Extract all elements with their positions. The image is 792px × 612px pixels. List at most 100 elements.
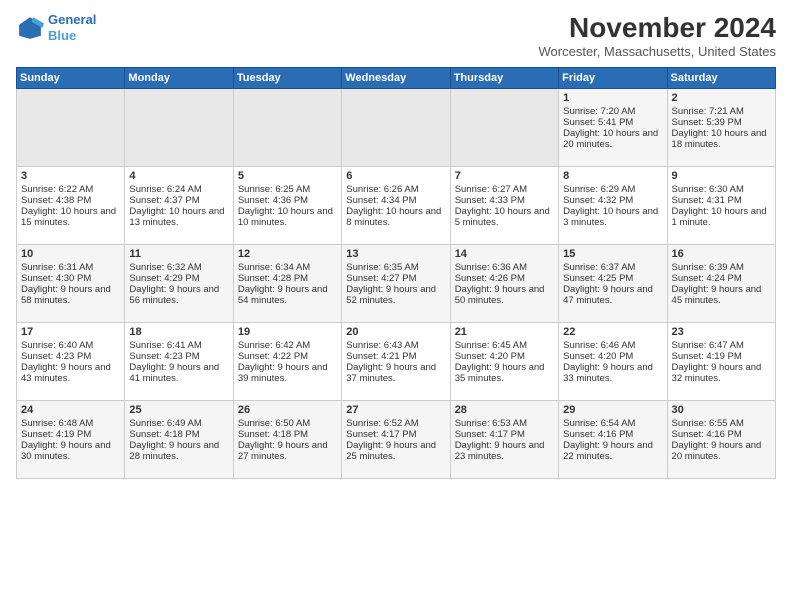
daylight-text: Daylight: 9 hours and 25 minutes. [346,440,445,462]
day-number: 9 [672,170,771,182]
day-number: 26 [238,404,337,416]
sunrise-text: Sunrise: 6:39 AM [672,262,771,273]
table-cell: 17 Sunrise: 6:40 AMSunset: 4:23 PMDayligh… [17,323,125,401]
day-number: 8 [563,170,662,182]
sunrise-text: Sunrise: 6:35 AM [346,262,445,273]
day-number: 12 [238,248,337,260]
daylight-text: Daylight: 9 hours and 43 minutes. [21,362,120,384]
sunset-text: Sunset: 4:23 PM [21,351,120,362]
daylight-text: Daylight: 9 hours and 56 minutes. [129,284,228,306]
sunset-text: Sunset: 4:26 PM [455,273,554,284]
table-cell: 23 Sunrise: 6:47 AMSunset: 4:19 PMDayligh… [667,323,775,401]
daylight-text: Daylight: 9 hours and 32 minutes. [672,362,771,384]
sunrise-text: Sunrise: 6:54 AM [563,418,662,429]
table-cell: 26Sunrise: 6:50 AMSunset: 4:18 PMDayligh… [233,401,341,479]
daylight-text: Daylight: 9 hours and 23 minutes. [455,440,554,462]
table-cell: 28Sunrise: 6:53 AMSunset: 4:17 PMDayligh… [450,401,558,479]
daylight-text: Daylight: 9 hours and 52 minutes. [346,284,445,306]
table-cell: 2Sunrise: 7:21 AMSunset: 5:39 PMDaylight… [667,89,775,167]
day-number: 4 [129,170,228,182]
daylight-text: Daylight: 9 hours and 39 minutes. [238,362,337,384]
daylight-text: Daylight: 10 hours and 8 minutes. [346,206,445,228]
table-cell: 5Sunrise: 6:25 AMSunset: 4:36 PMDaylight… [233,167,341,245]
sunrise-text: Sunrise: 6:22 AM [21,184,120,195]
daylight-text: Daylight: 10 hours and 1 minute. [672,206,771,228]
col-saturday: Saturday [667,68,775,89]
sunset-text: Sunset: 4:37 PM [129,195,228,206]
table-cell: 10Sunrise: 6:31 AMSunset: 4:30 PMDayligh… [17,245,125,323]
day-number: 28 [455,404,554,416]
table-cell: 15Sunrise: 6:37 AMSunset: 4:25 PMDayligh… [559,245,667,323]
day-number: 22 [563,326,662,338]
daylight-text: Daylight: 10 hours and 5 minutes. [455,206,554,228]
day-number: 20 [346,326,445,338]
daylight-text: Daylight: 9 hours and 58 minutes. [21,284,120,306]
calendar-header-row: Sunday Monday Tuesday Wednesday Thursday… [17,68,776,89]
sunset-text: Sunset: 4:29 PM [129,273,228,284]
daylight-text: Daylight: 9 hours and 22 minutes. [563,440,662,462]
sunset-text: Sunset: 4:32 PM [563,195,662,206]
day-number: 19 [238,326,337,338]
sunset-text: Sunset: 4:24 PM [672,273,771,284]
sunrise-text: Sunrise: 6:41 AM [129,340,228,351]
day-number: 17 [21,326,120,338]
daylight-text: Daylight: 9 hours and 33 minutes. [563,362,662,384]
sunrise-text: Sunrise: 6:48 AM [21,418,120,429]
calendar-table: Sunday Monday Tuesday Wednesday Thursday… [16,67,776,479]
sunset-text: Sunset: 4:19 PM [672,351,771,362]
sunrise-text: Sunrise: 6:37 AM [563,262,662,273]
sunrise-text: Sunrise: 6:46 AM [563,340,662,351]
day-number: 7 [455,170,554,182]
day-number: 13 [346,248,445,260]
sunrise-text: Sunrise: 6:30 AM [672,184,771,195]
col-thursday: Thursday [450,68,558,89]
table-cell: 21Sunrise: 6:45 AMSunset: 4:20 PMDayligh… [450,323,558,401]
sunset-text: Sunset: 4:25 PM [563,273,662,284]
table-cell: 19 Sunrise: 6:42 AMSunset: 4:22 PMDayligh… [233,323,341,401]
table-cell: 14Sunrise: 6:36 AMSunset: 4:26 PMDayligh… [450,245,558,323]
sunrise-text: Sunrise: 6:43 AM [346,340,445,351]
table-cell: 25Sunrise: 6:49 AMSunset: 4:18 PMDayligh… [125,401,233,479]
daylight-text: Daylight: 10 hours and 3 minutes. [563,206,662,228]
sunset-text: Sunset: 5:39 PM [672,117,771,128]
sunrise-text: Sunrise: 6:49 AM [129,418,228,429]
day-number: 30 [672,404,771,416]
calendar-row: 10Sunrise: 6:31 AMSunset: 4:30 PMDayligh… [17,245,776,323]
day-number: 23 [672,326,771,338]
day-number: 14 [455,248,554,260]
col-sunday: Sunday [17,68,125,89]
sunrise-text: Sunrise: 6:24 AM [129,184,228,195]
day-number: 11 [129,248,228,260]
day-number: 25 [129,404,228,416]
table-cell: 9 Sunrise: 6:30 AMSunset: 4:31 PMDaylight… [667,167,775,245]
sunrise-text: Sunrise: 6:26 AM [346,184,445,195]
sunset-text: Sunset: 4:22 PM [238,351,337,362]
day-number: 2 [672,92,771,104]
sunset-text: Sunset: 4:16 PM [563,429,662,440]
sunset-text: Sunset: 4:20 PM [455,351,554,362]
daylight-text: Daylight: 9 hours and 27 minutes. [238,440,337,462]
calendar-row: 1Sunrise: 7:20 AMSunset: 5:41 PMDaylight… [17,89,776,167]
sunset-text: Sunset: 4:31 PM [672,195,771,206]
table-cell: 20Sunrise: 6:43 AMSunset: 4:21 PMDayligh… [342,323,450,401]
table-cell: 1Sunrise: 7:20 AMSunset: 5:41 PMDaylight… [559,89,667,167]
sunrise-text: Sunrise: 6:29 AM [563,184,662,195]
sunset-text: Sunset: 4:20 PM [563,351,662,362]
sunset-text: Sunset: 4:23 PM [129,351,228,362]
table-cell: 30Sunrise: 6:55 AMSunset: 4:16 PMDayligh… [667,401,775,479]
logo-text: General Blue [48,12,96,43]
sunrise-text: Sunrise: 6:42 AM [238,340,337,351]
header: General Blue November 2024 Worcester, Ma… [16,12,776,59]
daylight-text: Daylight: 9 hours and 20 minutes. [672,440,771,462]
day-number: 24 [21,404,120,416]
location-title: Worcester, Massachusetts, United States [539,44,776,59]
sunrise-text: Sunrise: 6:25 AM [238,184,337,195]
table-cell: 22 Sunrise: 6:46 AMSunset: 4:20 PMDayligh… [559,323,667,401]
sunrise-text: Sunrise: 6:47 AM [672,340,771,351]
table-cell: 16Sunrise: 6:39 AMSunset: 4:24 PMDayligh… [667,245,775,323]
sunset-text: Sunset: 4:38 PM [21,195,120,206]
table-cell: 29Sunrise: 6:54 AMSunset: 4:16 PMDayligh… [559,401,667,479]
sunrise-text: Sunrise: 6:40 AM [21,340,120,351]
day-number: 10 [21,248,120,260]
table-cell [233,89,341,167]
